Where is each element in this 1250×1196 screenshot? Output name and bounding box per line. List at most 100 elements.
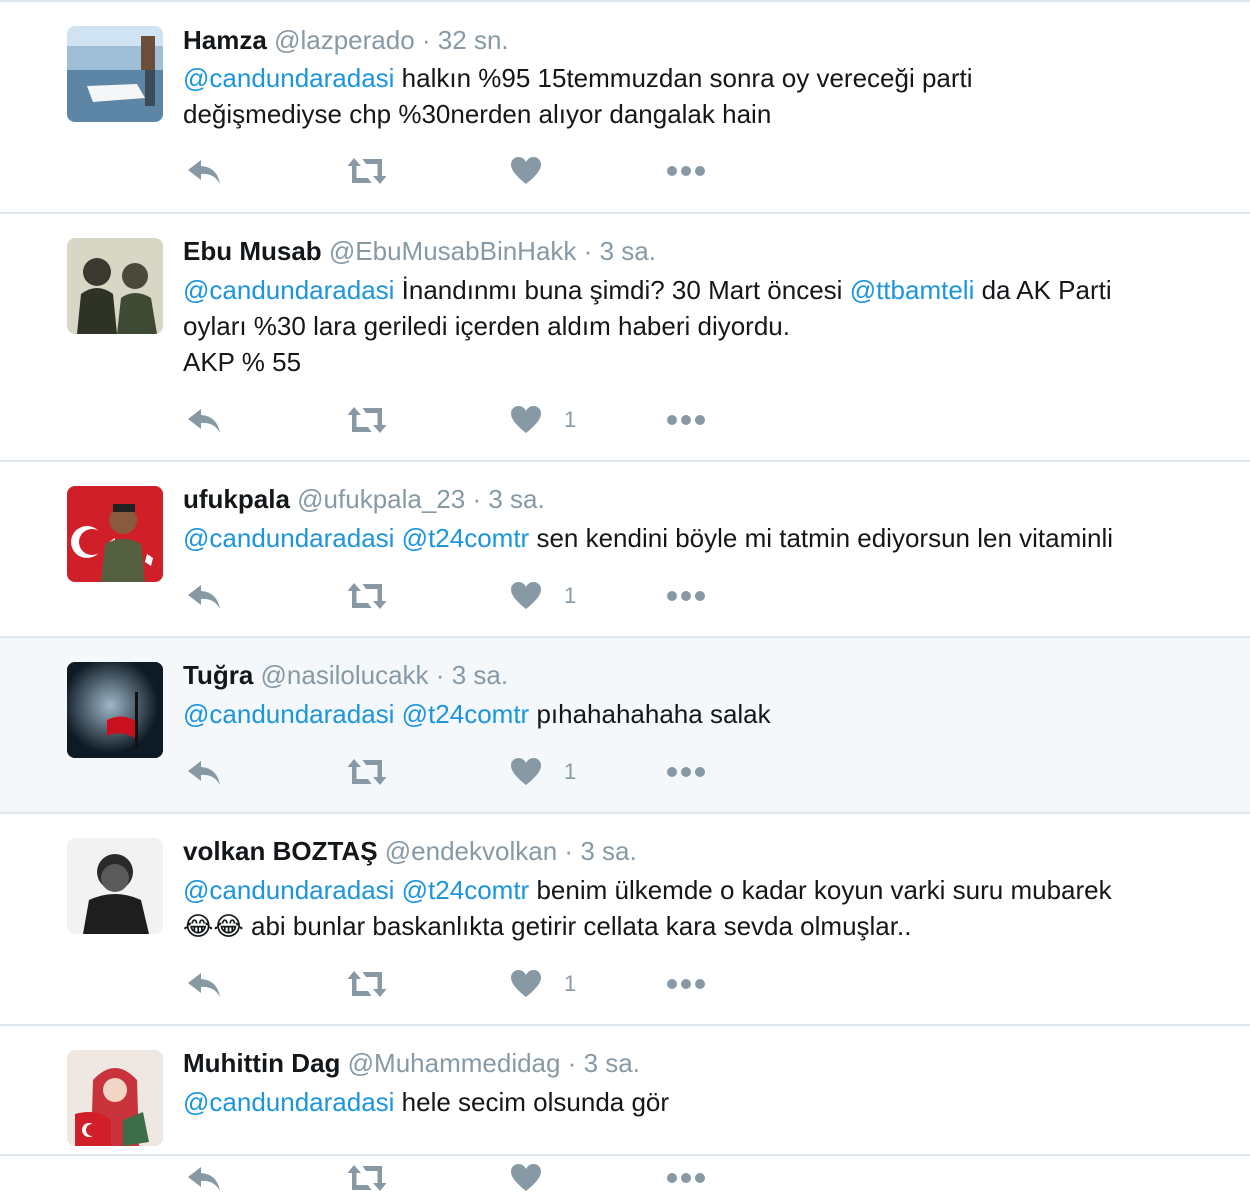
- reply-button[interactable]: [186, 153, 222, 189]
- text-segment: oyları %30 lara geriledi içerden aldım h…: [183, 311, 790, 341]
- like-button[interactable]: [510, 153, 542, 189]
- timestamp[interactable]: 3 sa.: [580, 836, 636, 866]
- avatar[interactable]: [67, 662, 163, 758]
- mention-link[interactable]: @ttbamteli: [850, 275, 975, 305]
- emoji: 😂😂: [183, 911, 244, 941]
- more-icon: [666, 766, 706, 778]
- user-handle[interactable]: @lazperado: [274, 25, 415, 55]
- avatar[interactable]: [67, 838, 163, 934]
- tweet-text-line: AKP % 55: [183, 344, 1223, 380]
- mention-link[interactable]: @t24comtr: [402, 699, 530, 729]
- mention-link[interactable]: @candundaradasi: [183, 875, 394, 905]
- tweet[interactable]: volkan BOZTAŞ @endekvolkan · 3 sa. @candu…: [0, 814, 1250, 1026]
- text-segment: [394, 875, 401, 905]
- avatar[interactable]: [67, 1050, 163, 1146]
- more-button[interactable]: [666, 153, 706, 189]
- like-count: 1: [564, 407, 577, 432]
- avatar[interactable]: [67, 486, 163, 582]
- user-handle[interactable]: @endekvolkan: [385, 836, 557, 866]
- timestamp[interactable]: 3 sa.: [584, 1048, 640, 1078]
- tweet-header: Hamza @lazperado · 32 sn.: [183, 25, 509, 55]
- retweet-button[interactable]: [346, 1160, 388, 1196]
- tweet-actions: 1: [0, 578, 800, 614]
- text-segment: AKP % 55: [183, 347, 302, 377]
- tweet-text-line: @candundaradasi İnandınmı buna şimdi? 30…: [183, 272, 1223, 308]
- more-button[interactable]: [666, 578, 706, 614]
- reply-button[interactable]: [186, 578, 222, 614]
- separator: ·: [421, 25, 431, 55]
- reply-button[interactable]: [186, 966, 222, 1002]
- tweet[interactable]: Tuğra @nasilolucakk · 3 sa. @candundarada…: [0, 638, 1250, 814]
- user-handle[interactable]: @ufukpala_23: [297, 484, 465, 514]
- reply-icon: [186, 1163, 222, 1193]
- reply-icon: [186, 156, 222, 186]
- tweet-text: @candundaradasi @t24comtr sen kendini bö…: [183, 520, 1223, 556]
- timestamp[interactable]: 3 sa.: [488, 484, 544, 514]
- user-name[interactable]: Ebu Musab: [183, 236, 322, 266]
- retweet-button[interactable]: [346, 402, 388, 438]
- mention-link[interactable]: @t24comtr: [402, 875, 530, 905]
- user-handle[interactable]: @nasilolucakk: [261, 660, 429, 690]
- tweet[interactable]: ufukpala @ufukpala_23 · 3 sa. @candundara…: [0, 462, 1250, 638]
- tweet-header: Muhittin Dag @Muhammedidag · 3 sa.: [183, 1048, 640, 1078]
- tweet-text: @candundaradasi İnandınmı buna şimdi? 30…: [183, 272, 1223, 380]
- reply-button[interactable]: [186, 1160, 222, 1196]
- timestamp[interactable]: 3 sa.: [600, 236, 656, 266]
- more-button[interactable]: [666, 754, 706, 790]
- reply-button[interactable]: [186, 754, 222, 790]
- user-name[interactable]: Tuğra: [183, 660, 253, 690]
- reply-icon: [186, 581, 222, 611]
- separator: ·: [472, 484, 482, 514]
- mention-link[interactable]: @candundaradasi: [183, 523, 394, 553]
- tweet[interactable]: Hamza @lazperado · 32 sn. @candundaradasi…: [0, 2, 1250, 214]
- mention-link[interactable]: @candundaradasi: [183, 699, 394, 729]
- separator: ·: [435, 660, 445, 690]
- retweet-icon: [346, 405, 388, 435]
- tweet[interactable]: Muhittin Dag @Muhammedidag · 3 sa. @candu…: [0, 1026, 1250, 1191]
- user-name[interactable]: ufukpala: [183, 484, 290, 514]
- more-icon: [666, 590, 706, 602]
- user-name[interactable]: Muhittin Dag: [183, 1048, 340, 1078]
- tweet-text-line: @candundaradasi hele secim olsunda gör: [183, 1084, 1223, 1120]
- more-button[interactable]: [666, 1160, 706, 1196]
- text-segment: sen kendini böyle mi tatmin ediyorsun le…: [529, 523, 1114, 553]
- retweet-icon: [346, 581, 388, 611]
- timestamp[interactable]: 3 sa.: [452, 660, 508, 690]
- reply-button[interactable]: [186, 402, 222, 438]
- more-button[interactable]: [666, 402, 706, 438]
- like-button[interactable]: 1: [510, 754, 576, 790]
- tweet-actions: 1: [0, 402, 800, 438]
- text-segment: [394, 523, 401, 553]
- like-button[interactable]: [510, 1160, 542, 1196]
- retweet-button[interactable]: [346, 754, 388, 790]
- user-name[interactable]: volkan BOZTAŞ: [183, 836, 378, 866]
- user-handle[interactable]: @Muhammedidag: [348, 1048, 561, 1078]
- mention-link[interactable]: @candundaradasi: [183, 275, 394, 305]
- retweet-button[interactable]: [346, 578, 388, 614]
- tweet-text-line: 😂😂 abi bunlar baskanlıkta getirir cellat…: [183, 908, 1223, 944]
- tweet-header: volkan BOZTAŞ @endekvolkan · 3 sa.: [183, 836, 637, 866]
- heart-icon: [510, 581, 542, 611]
- mention-link[interactable]: @t24comtr: [402, 523, 530, 553]
- mention-link[interactable]: @candundaradasi: [183, 63, 394, 93]
- avatar[interactable]: [67, 26, 163, 122]
- like-button[interactable]: 1: [510, 402, 576, 438]
- tweet[interactable]: Ebu Musab @EbuMusabBinHakk · 3 sa. @candu…: [0, 214, 1250, 462]
- user-handle[interactable]: @EbuMusabBinHakk: [329, 236, 577, 266]
- tweet-actions: [0, 1160, 800, 1196]
- retweet-button[interactable]: [346, 153, 388, 189]
- tweet-text-line: değişmediyse chp %30nerden alıyor dangal…: [183, 96, 1223, 132]
- tweet-actions: 1: [0, 754, 800, 790]
- heart-icon: [510, 969, 542, 999]
- like-count: 1: [564, 583, 577, 608]
- avatar[interactable]: [67, 238, 163, 334]
- more-button[interactable]: [666, 966, 706, 1002]
- user-name[interactable]: Hamza: [183, 25, 267, 55]
- text-segment: hele secim olsunda gör: [394, 1087, 670, 1117]
- tweet-text: @candundaradasi halkın %95 15temmuzdan s…: [183, 60, 1223, 132]
- like-button[interactable]: 1: [510, 578, 576, 614]
- timestamp[interactable]: 32 sn.: [438, 25, 509, 55]
- like-button[interactable]: 1: [510, 966, 576, 1002]
- mention-link[interactable]: @candundaradasi: [183, 1087, 394, 1117]
- retweet-button[interactable]: [346, 966, 388, 1002]
